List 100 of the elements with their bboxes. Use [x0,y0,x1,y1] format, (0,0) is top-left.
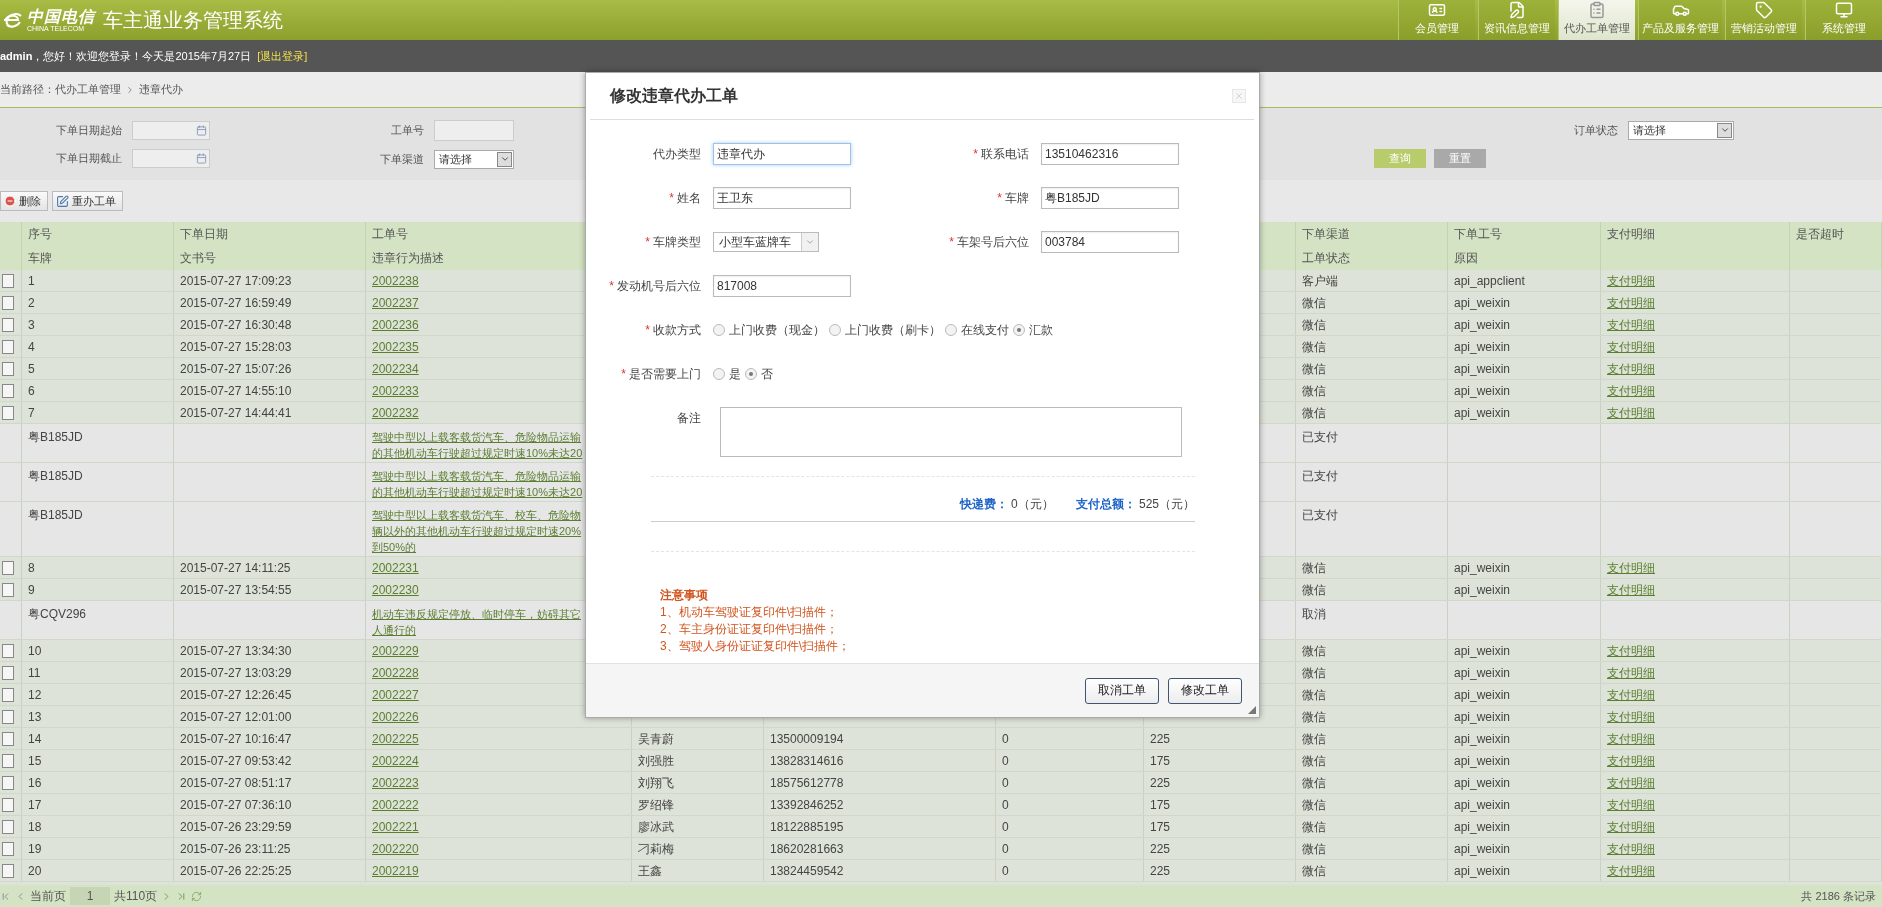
payment-detail-link[interactable]: 支付明细 [1607,338,1655,355]
table-cell: api_weixin [1454,316,1511,333]
table-cell: 粤CQV296 [28,606,87,622]
input-field[interactable]: 粤B185JD [1041,187,1179,209]
violation-description-link[interactable]: 驾驶中型以上载客载货汽车、危险物品运输 [372,468,581,484]
table-cell: 3 [28,316,35,333]
delete-button[interactable]: 删除 [0,191,48,211]
order-number-link[interactable]: 2002224 [372,752,419,769]
order-number-link[interactable]: 2002221 [372,818,419,835]
table-cell: 2015-07-27 17:09:23 [180,272,292,289]
order-number-link[interactable]: 2002236 [372,316,419,333]
radio-option[interactable]: 上门收费（现金） [713,321,825,339]
order-number-link[interactable]: 2002231 [372,559,419,576]
order-number-link[interactable]: 2002234 [372,360,419,377]
cancel-order-button[interactable]: 取消工单 [1085,677,1159,704]
radio-option[interactable]: 汇款 [1013,321,1053,339]
redo-order-button[interactable]: 重办工单 [52,191,123,211]
total-pages-text: 共110页 [114,887,158,905]
select-field[interactable]: 请选择 [1628,120,1734,140]
payment-detail-link[interactable]: 支付明细 [1607,862,1655,879]
payment-detail-link[interactable]: 支付明细 [1607,730,1655,747]
table-cell: 2015-07-27 09:53:42 [180,752,292,769]
nav-tab[interactable]: 营销活动管理 [1725,0,1802,40]
payment-detail-link[interactable]: 支付明细 [1607,818,1655,835]
payment-detail-link[interactable]: 支付明细 [1607,294,1655,311]
order-number-link[interactable]: 2002232 [372,404,419,421]
violation-description-link[interactable]: 的其他机动车行驶超过规定时速10%未达20 [372,484,583,500]
select-field[interactable]: 小型车蓝牌车 [713,232,819,252]
payment-detail-link[interactable]: 支付明细 [1607,708,1655,725]
payment-detail-link[interactable]: 支付明细 [1607,360,1655,377]
table-cell: 微信 [1302,294,1326,311]
input-field[interactable]: 13510462316 [1041,143,1179,165]
required-mark: * [973,147,978,161]
order-number-link[interactable]: 2002233 [372,382,419,399]
table-cell: 0 [1002,730,1009,747]
payment-detail-link[interactable]: 支付明细 [1607,686,1655,703]
table-cell: 微信 [1302,559,1326,576]
nav-tab[interactable]: 代办工单管理 [1558,0,1635,40]
violation-description-link[interactable]: 的其他机动车行驶超过规定时速10%未达20 [372,445,583,461]
column-header: 违章行为描述 [372,250,445,267]
reset-button[interactable]: 重置 [1434,148,1486,168]
table-cell: 175 [1150,752,1171,769]
order-number-link[interactable]: 2002228 [372,664,419,681]
violation-description-link[interactable]: 人通行的 [372,622,416,638]
required-mark: * [669,191,674,205]
modify-order-button[interactable]: 修改工单 [1168,677,1242,704]
order-number-link[interactable]: 2002237 [372,294,419,311]
order-number-link[interactable]: 2002227 [372,686,419,703]
order-number-link[interactable]: 2002230 [372,581,419,598]
radio-option[interactable]: 在线支付 [945,321,1009,339]
radio-option[interactable]: 是 [713,365,741,383]
radio-option[interactable]: 上门收费（刷卡） [829,321,941,339]
nav-tab[interactable]: 系统管理 [1805,0,1882,40]
payment-detail-link[interactable]: 支付明细 [1607,316,1655,333]
table-cell: 2015-07-27 14:55:10 [180,382,292,399]
order-number-link[interactable]: 2002235 [372,338,419,355]
nav-tab[interactable]: 资讯信息管理 [1478,0,1555,40]
column-header: 是否超时 [1796,226,1845,243]
table-cell: 微信 [1302,730,1326,747]
payment-detail-link[interactable]: 支付明细 [1607,664,1655,681]
payment-detail-link[interactable]: 支付明细 [1607,796,1655,813]
payment-detail-link[interactable]: 支付明细 [1607,642,1655,659]
table-cell: 17 [28,796,42,813]
payment-detail-link[interactable]: 支付明细 [1607,559,1655,576]
input-field[interactable]: 003784 [1041,231,1179,253]
table-cell: 微信 [1302,382,1326,399]
table-cell: 粤B185JD [28,507,83,523]
payment-detail-link[interactable]: 支付明细 [1607,840,1655,857]
table-cell: 微信 [1302,840,1326,857]
payment-detail-link[interactable]: 支付明细 [1607,752,1655,769]
order-number-link[interactable]: 2002223 [372,774,419,791]
order-number-link[interactable]: 2002222 [372,796,419,813]
order-number-link[interactable]: 2002229 [372,642,419,659]
violation-description-link[interactable]: 驾驶中型以上载客载货汽车、校车、危险物 [372,507,581,523]
radio-option[interactable]: 否 [745,365,773,383]
violation-description-link[interactable]: 驾驶中型以上载客载货汽车、危险物品运输 [372,429,581,445]
order-number-link[interactable]: 2002225 [372,730,419,747]
violation-description-link[interactable]: 到50%的 [372,539,417,555]
payment-detail-link[interactable]: 支付明细 [1607,272,1655,289]
payment-detail-link[interactable]: 支付明细 [1607,774,1655,791]
nav-tab[interactable]: 会员管理 [1398,0,1475,40]
input-field[interactable]: 违章代办 [713,143,851,165]
violation-description-link[interactable]: 辆以外的其他机动车行驶超过规定时速20% [372,523,582,539]
select-field[interactable]: 请选择 [434,149,514,169]
table-cell: 微信 [1302,664,1326,681]
violation-description-link[interactable]: 机动车违反规定停放、临时停车，妨碍其它 [372,606,581,622]
payment-detail-link[interactable]: 支付明细 [1607,382,1655,399]
payment-detail-link[interactable]: 支付明细 [1607,404,1655,421]
logout-link[interactable]: [退出登录] [257,48,308,64]
input-field[interactable]: 王卫东 [713,187,851,209]
column-header: 文书号 [180,250,217,267]
payment-detail-link[interactable]: 支付明细 [1607,581,1655,598]
nav-tab[interactable]: 产品及服务管理 [1638,0,1722,40]
table-cell: 2015-07-26 23:29:59 [180,818,292,835]
order-number-link[interactable]: 2002219 [372,862,419,879]
page-input[interactable]: 1 [70,887,110,905]
input-field[interactable]: 817008 [713,275,851,297]
order-number-link[interactable]: 2002220 [372,840,419,857]
order-number-link[interactable]: 2002238 [372,272,419,289]
order-number-link[interactable]: 2002226 [372,708,419,725]
